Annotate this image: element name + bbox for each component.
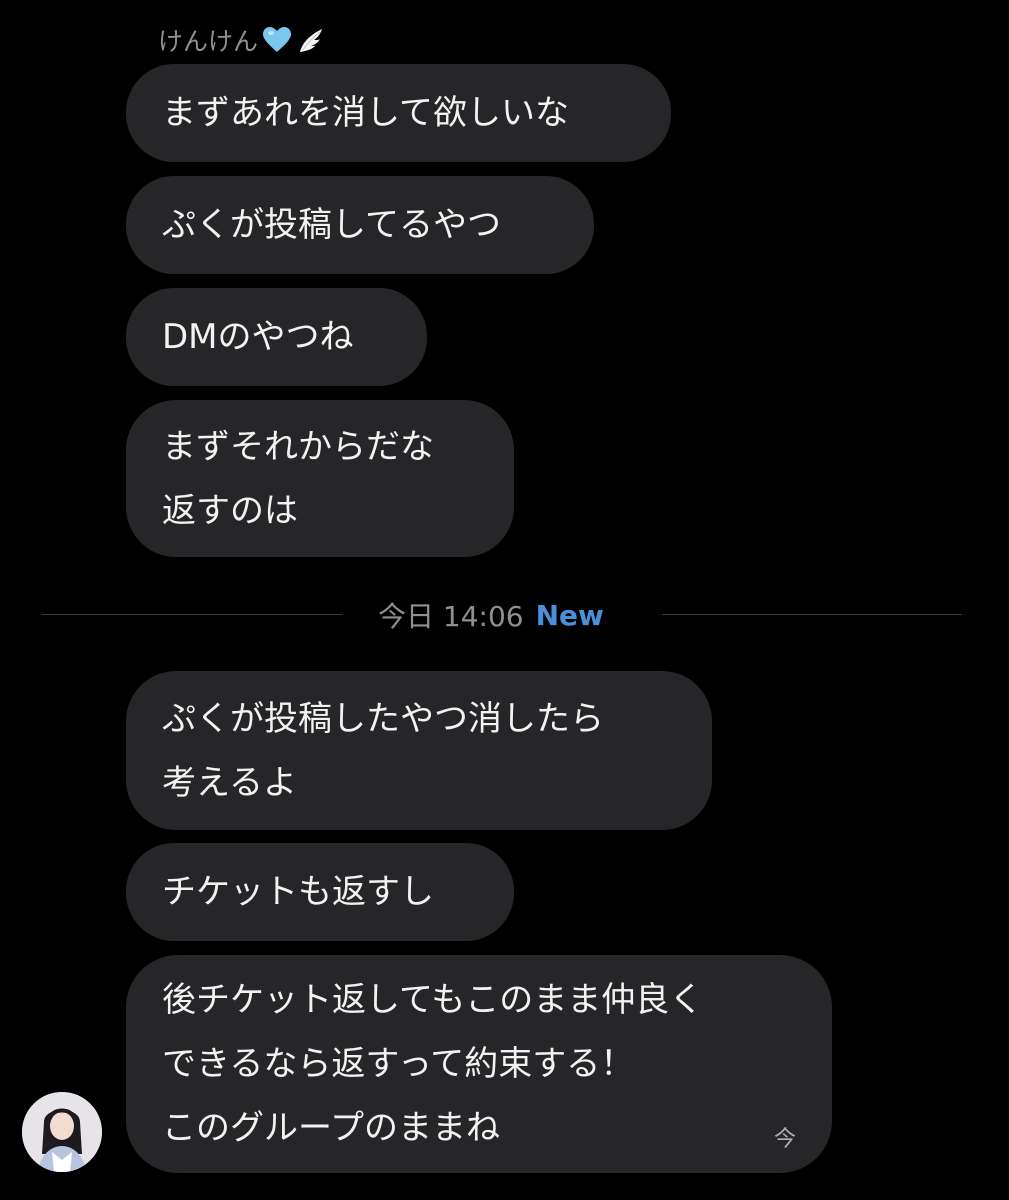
- message-bubble[interactable]: ぷくが投稿したやつ消したら 考えるよ: [126, 671, 712, 830]
- message-bubble[interactable]: まずあれを消して欲しいな: [126, 64, 671, 162]
- light-blue-heart-icon: [262, 26, 292, 54]
- message-text: ぷくが投稿したやつ消したら 考えるよ: [162, 698, 604, 803]
- divider-line: [662, 614, 962, 615]
- sender-avatar[interactable]: [22, 1092, 102, 1172]
- divider-line: [42, 614, 342, 615]
- message-bubble[interactable]: まずそれからだな 返すのは: [126, 400, 514, 557]
- angel-wing-icon: [296, 26, 326, 54]
- message-text: ぷくが投稿してるやつ: [162, 205, 501, 245]
- message-text: DMのやつね: [162, 317, 354, 357]
- message-bubble[interactable]: 後チケット返してもこのまま仲良く できるなら返すって約束する！ このグループのま…: [126, 955, 832, 1173]
- message-text: チケットも返すし: [162, 872, 434, 912]
- divider-timestamp: 今日 14:06: [378, 600, 524, 633]
- divider-label: 今日 14:06 New: [378, 593, 604, 637]
- new-messages-divider: 今日 14:06 New: [42, 593, 962, 637]
- message-text: まずあれを消して欲しいな: [162, 93, 569, 133]
- message-text: まずそれからだな 返すのは: [162, 426, 434, 531]
- message-text: 後チケット返してもこのまま仲良く できるなら返すって約束する！ このグループのま…: [162, 980, 704, 1148]
- new-badge: New: [535, 598, 604, 632]
- sender-name: けんけん: [158, 27, 259, 56]
- message-bubble[interactable]: DMのやつね: [126, 288, 427, 386]
- message-bubble[interactable]: ぷくが投稿してるやつ: [126, 176, 594, 274]
- message-timestamp: 今: [773, 1127, 796, 1152]
- sender-name-row: けんけん: [158, 22, 326, 58]
- message-bubble[interactable]: チケットも返すし: [126, 843, 514, 941]
